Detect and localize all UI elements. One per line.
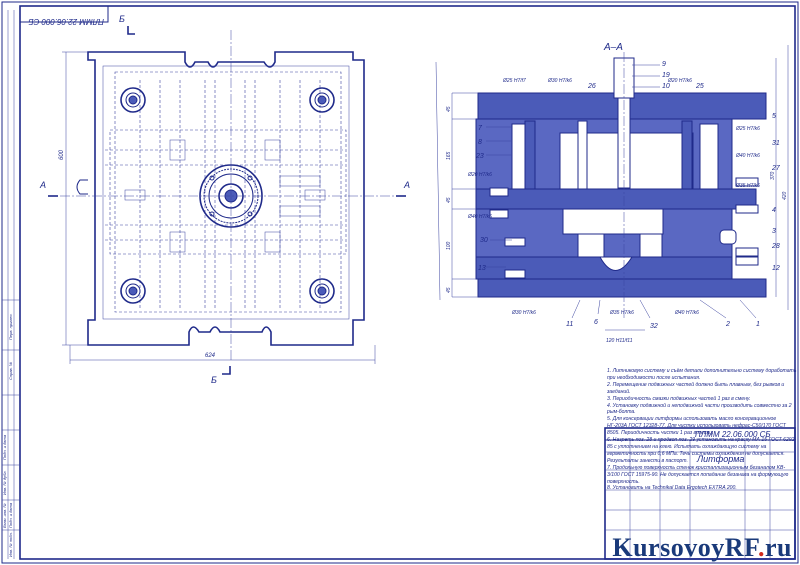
section-title: А–А — [603, 42, 623, 53]
fit-6: Ø20 H7/k6 — [467, 172, 492, 178]
cut-b-bottom: Б — [211, 375, 217, 385]
note-3: 3. Периодичность смазки подвижных частей… — [607, 395, 751, 402]
callout-12: 12 — [772, 265, 780, 272]
cut-a-right: А — [403, 180, 410, 190]
side-label-4: Инв. № дубл. — [2, 470, 7, 495]
note-6: 6. Нагреть поз. 28 и продвоп поз. 29 уст… — [607, 437, 797, 464]
fit-2: Ø30 H7/k6 — [547, 78, 572, 84]
note-1: 1. Литниковую систему и съём детали допо… — [607, 368, 797, 381]
dim-right-1: 370 — [770, 171, 776, 180]
side-label-7: Инв. № подл. — [8, 532, 13, 557]
technical-notes: 1. Литниковую систему и съём детали допо… — [607, 368, 797, 492]
fit-12: 120 H11/f11 — [606, 338, 633, 344]
callout-30: 30 — [480, 237, 488, 244]
watermark-brand: KursovoyRF — [612, 533, 758, 562]
dim-left-1: 45 — [446, 106, 452, 112]
callout-26: 26 — [587, 83, 596, 90]
fit-8: Ø40 H7/k6 — [467, 214, 492, 220]
dim-left-2: 165 — [446, 151, 452, 160]
plan-dim-width: 624 — [205, 353, 216, 359]
note-2: 2. Перемещение подвижных частей должно б… — [607, 381, 785, 395]
fit-9: Ø30 H7/k6 — [511, 310, 536, 316]
side-label-5: Взам. инв. № — [2, 503, 7, 528]
plan-dim-height: 600 — [59, 149, 65, 160]
dim-left-5: 45 — [446, 287, 452, 293]
dim-left-4: 100 — [446, 241, 452, 250]
callout-4: 4 — [772, 207, 776, 214]
callout-23: 23 — [475, 153, 484, 160]
top-stamp-code: ПЛММ 22.06.000 СБ — [28, 17, 104, 26]
callout-8: 8 — [478, 139, 482, 146]
fit-5: Ø40 H7/k6 — [735, 153, 760, 159]
fit-11: Ø40 H7/k6 — [674, 310, 699, 316]
callout-3: 3 — [772, 228, 776, 235]
side-label-3: Подп. и дата — [2, 434, 7, 460]
callout-2: 2 — [725, 321, 730, 328]
plan-view: А А Б Б 600 624 — [39, 14, 410, 385]
side-label-2: Справ. № — [8, 361, 13, 380]
callout-6: 6 — [594, 319, 598, 326]
side-strip: Перв. примен. Справ. № Подп. и дата Инв.… — [2, 10, 20, 559]
dim-right-2: 420 — [782, 191, 788, 200]
callout-11: 11 — [566, 321, 573, 328]
callout-32: 32 — [650, 323, 658, 330]
callout-13: 13 — [478, 265, 486, 272]
callout-5: 5 — [772, 113, 776, 120]
callout-9: 9 — [662, 61, 666, 68]
note-8: 8. Установить на Technikal Data Ergotech… — [607, 485, 737, 492]
side-label-6: Подп. и дата — [8, 502, 13, 528]
watermark-tld: ru — [765, 533, 792, 562]
fit-1: Ø25 H7/f7 — [502, 78, 526, 84]
callout-10: 10 — [662, 83, 670, 90]
dim-left-3: 45 — [446, 197, 452, 203]
note-7: 7. Продольную поверхность стенок кристал… — [607, 464, 789, 485]
note-4: 4. Установку подвижной и неподвижной час… — [607, 402, 792, 416]
top-stamp: ПЛММ 22.06.000 СБ — [19, 5, 109, 26]
cut-b-top: Б — [119, 14, 125, 24]
watermark-logo: KursovoyRF.ru — [612, 533, 792, 562]
fit-4: Ø25 H7/k6 — [735, 126, 760, 132]
callout-1: 1 — [756, 321, 760, 328]
callout-28: 28 — [771, 243, 780, 250]
fit-3: Ø20 H7/k6 — [667, 78, 692, 84]
callout-31: 31 — [772, 140, 780, 147]
side-label-1: Перв. примен. — [8, 313, 13, 340]
callout-27: 27 — [771, 165, 781, 172]
fit-7: Ø35 H7/k6 — [735, 183, 760, 189]
note-5: 5. Для консервации литформы использовать… — [607, 416, 786, 437]
cut-a-left: А — [39, 180, 46, 190]
callout-25: 25 — [695, 83, 704, 90]
callout-19: 19 — [662, 72, 670, 79]
fit-10: Ø35 H7/k6 — [609, 310, 634, 316]
